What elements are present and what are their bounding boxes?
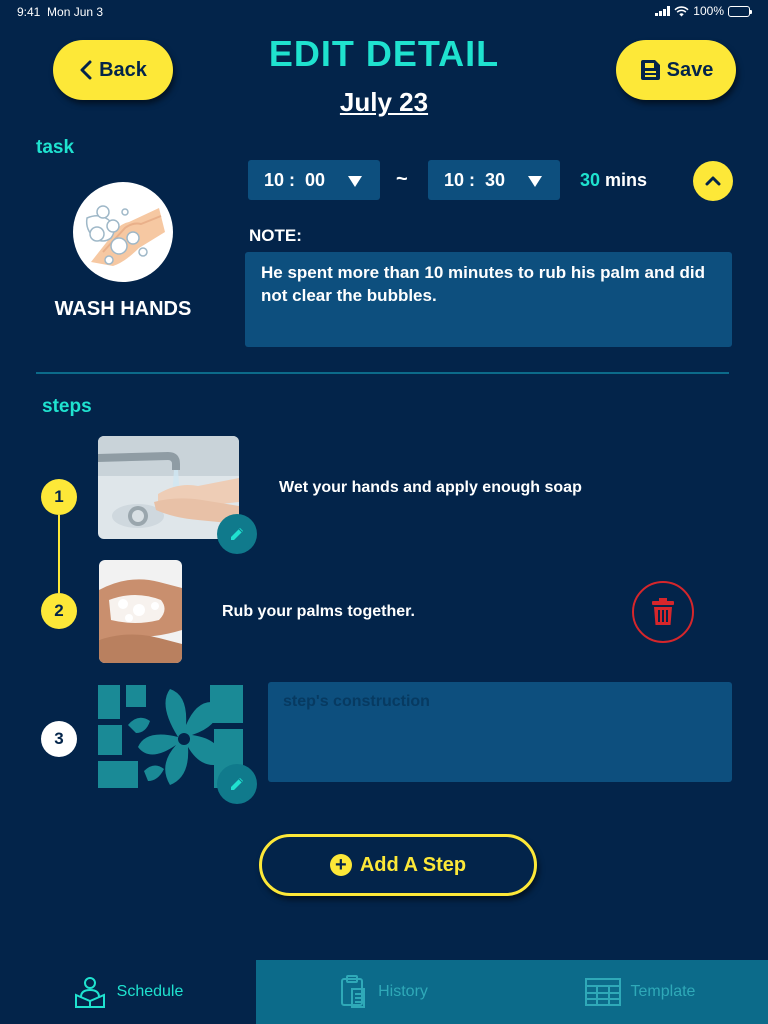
step-1-image	[98, 436, 239, 539]
duration-unit: mins	[605, 170, 648, 190]
tab-bar: Schedule History Template	[0, 960, 768, 1024]
note-label: NOTE:	[249, 226, 302, 245]
trash-icon	[652, 598, 674, 625]
add-step-label: Add A Step	[359, 853, 467, 876]
step-1-edit-button[interactable]	[217, 514, 257, 554]
collapse-button[interactable]	[693, 161, 733, 201]
step-2-image	[99, 560, 182, 663]
faucet-photo	[98, 436, 239, 539]
end-time-value: 10 : 30	[444, 169, 506, 190]
table-icon	[584, 978, 621, 1006]
task-section-label: task	[36, 137, 75, 158]
tab-schedule-label: Schedule	[116, 983, 184, 1000]
chevron-up-icon	[705, 176, 721, 186]
time-separator: ~	[396, 168, 408, 190]
step-number-2: 2	[41, 593, 77, 629]
tab-template-label: Template	[630, 983, 696, 1000]
pencil-icon	[231, 778, 243, 790]
clipboard-icon	[341, 975, 366, 1008]
end-time-select[interactable]: 10 : 30	[428, 160, 560, 200]
reading-person-icon	[74, 977, 105, 1008]
start-time-value: 10 : 00	[264, 169, 326, 190]
battery-icon	[728, 5, 752, 17]
duration: 30 mins	[580, 170, 647, 191]
battery-percent: 100%	[693, 4, 724, 18]
rubbing-palms-photo	[99, 560, 182, 663]
step-2-delete-button[interactable]	[632, 581, 694, 643]
floppy-disk-icon	[640, 60, 660, 80]
step-1-text: Wet your hands and apply enough soap	[279, 479, 582, 496]
caret-down-icon	[348, 176, 362, 187]
status-bar: 9:41 Mon Jun 3 100%	[0, 0, 768, 24]
add-step-button[interactable]: + Add A Step	[259, 834, 537, 896]
step-3-instruction-input[interactable]	[268, 682, 732, 782]
steps-section-label: steps	[42, 396, 92, 417]
tab-history[interactable]: History	[256, 960, 512, 1024]
task-name: WASH HANDS	[54, 298, 192, 320]
signal-icon	[655, 6, 671, 16]
wifi-icon	[674, 5, 689, 16]
task-image	[73, 182, 173, 282]
tab-schedule[interactable]: Schedule	[0, 960, 256, 1024]
tab-template[interactable]: Template	[512, 960, 768, 1024]
step-2-text: Rub your palms together.	[222, 603, 415, 620]
section-divider	[36, 372, 729, 374]
pencil-icon	[231, 528, 243, 540]
status-time: 9:41 Mon Jun 3	[17, 5, 104, 19]
plus-circle-icon: +	[329, 854, 352, 876]
duration-value: 30	[580, 170, 601, 190]
step-3-edit-button[interactable]	[217, 764, 257, 804]
note-field[interactable]: He spent more than 10 minutes to rub his…	[245, 252, 732, 347]
caret-down-icon	[528, 176, 542, 187]
step-connector	[58, 515, 60, 593]
start-time-select[interactable]: 10 : 00	[248, 160, 380, 200]
step-number-1: 1	[41, 479, 77, 515]
save-label: Save	[666, 58, 714, 81]
wash-hands-icon	[85, 205, 165, 266]
tab-history-label: History	[378, 983, 428, 1000]
step-number-3: 3	[41, 721, 77, 757]
status-right: 100%	[655, 4, 752, 18]
save-button[interactable]: Save	[616, 40, 736, 100]
